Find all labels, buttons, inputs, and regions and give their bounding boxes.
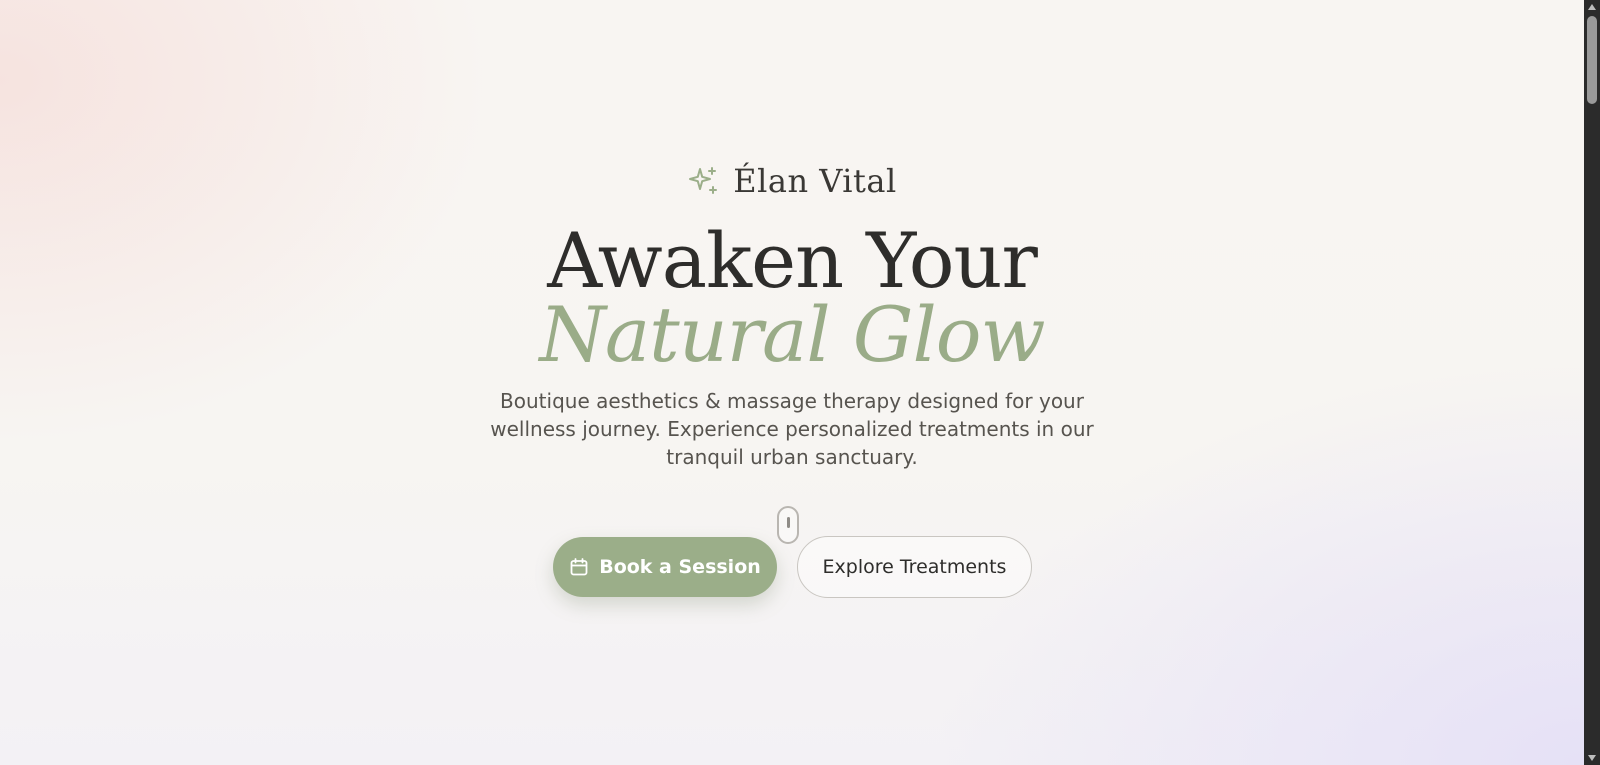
hero-headline-accent: Natural Glow: [539, 290, 1045, 379]
calendar-icon: [569, 557, 589, 577]
scroll-down-arrow-icon[interactable]: [1588, 755, 1596, 761]
brand-name: Élan Vital: [733, 162, 897, 200]
mouse-scroll-icon: [777, 506, 799, 544]
scroll-up-arrow-icon[interactable]: [1588, 4, 1596, 10]
page: Élan Vital Awaken Your Natural Glow Bout…: [0, 0, 1584, 765]
hero-subtitle: Boutique aesthetics & massage therapy de…: [490, 389, 1094, 469]
explore-treatments-label: Explore Treatments: [822, 556, 1007, 578]
brand[interactable]: Élan Vital: [0, 162, 1584, 200]
scrollbar-thumb[interactable]: [1587, 16, 1597, 104]
vertical-scrollbar[interactable]: [1584, 0, 1600, 765]
scroll-wheel-dot: [787, 517, 790, 528]
sparkles-icon: [687, 165, 719, 197]
hero-section: Élan Vital Awaken Your Natural Glow Bout…: [0, 0, 1584, 765]
hero-headline: Awaken Your: [547, 216, 1038, 305]
explore-treatments-button[interactable]: Explore Treatments: [797, 536, 1032, 598]
book-session-label: Book a Session: [599, 556, 761, 578]
book-session-button[interactable]: Book a Session: [553, 537, 777, 597]
